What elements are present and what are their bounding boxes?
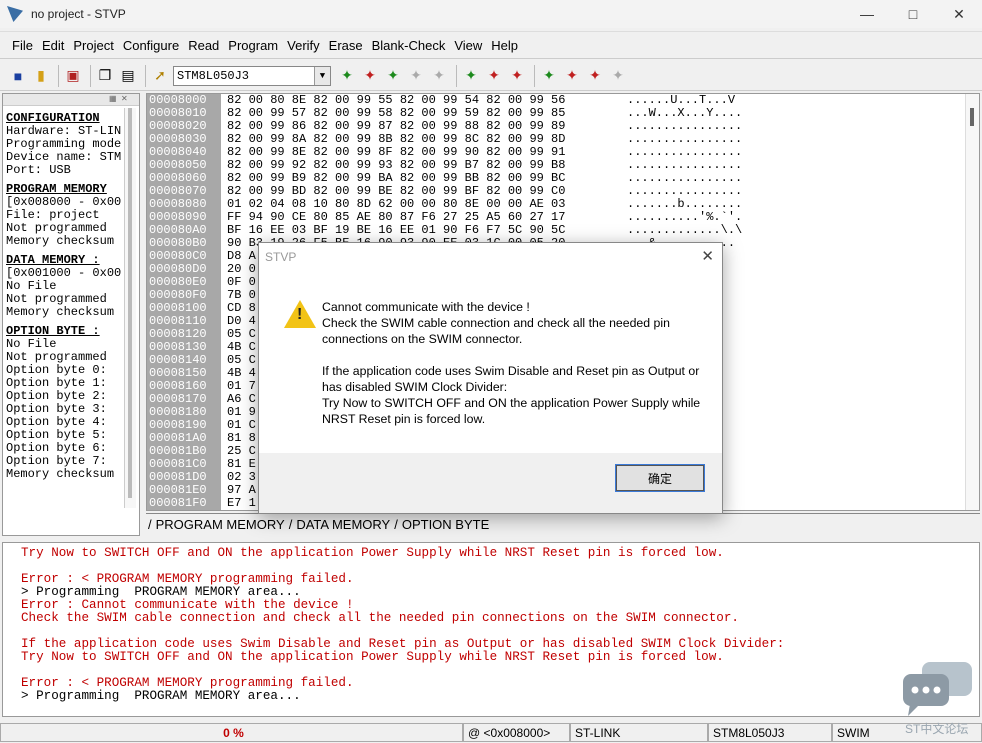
dialog-message-line: Try Now to SWITCH OFF and ON the applica… xyxy=(322,396,701,426)
log-line: > Programming PROGRAM MEMORY area... xyxy=(21,689,301,703)
log-output: Try Now to SWITCH OFF and ON the applica… xyxy=(2,542,980,717)
tab-data-memory[interactable]: DATA MEMORY xyxy=(292,514,394,532)
erase-option-icon[interactable]: ✦ xyxy=(608,66,628,86)
tab-option-byte[interactable]: OPTION BYTE xyxy=(398,514,493,532)
read-option-icon[interactable]: ✦ xyxy=(539,66,559,86)
program-all-icon[interactable]: ✦ xyxy=(360,66,380,86)
menu-read[interactable]: Read xyxy=(188,38,219,53)
minimize-button[interactable]: — xyxy=(844,0,890,28)
maximize-button[interactable]: □ xyxy=(890,0,936,28)
panel-header: ▦ ✕ xyxy=(3,94,139,106)
panel-close-icon[interactable]: ✕ xyxy=(121,94,128,103)
title-bar: no project - STVP — □ ✕ xyxy=(0,0,982,28)
device-select[interactable]: STM8L050J3 ▼ xyxy=(173,65,331,86)
memory-tabs: / PROGRAM MEMORY / DATA MEMORY / OPTION BYTE xyxy=(146,513,980,535)
read-current-icon[interactable]: ✦ xyxy=(461,66,481,86)
dialog-body: ! Cannot communicate with the device ! Ch… xyxy=(259,271,722,453)
address-status: @ <0x008000> xyxy=(463,723,570,742)
tool-status: ST-LINK xyxy=(570,723,708,742)
verify-option-icon[interactable]: ✦ xyxy=(585,66,605,86)
menu-bar: File Edit Project Configure Read Program Verif… xyxy=(0,31,982,59)
project-info-text: CONFIGURATION Hardware: ST-LINK Programmin… xyxy=(3,106,121,481)
copy-icon[interactable]: ❐ xyxy=(95,66,115,86)
dialog-message-line: If the application code uses Swim Disabl… xyxy=(322,364,700,394)
verify-all-icon[interactable]: ✦ xyxy=(383,66,403,86)
device-icon[interactable]: ▣ xyxy=(63,66,83,86)
window-title: no project - STVP xyxy=(31,7,126,21)
chevron-down-icon[interactable]: ▼ xyxy=(314,66,330,85)
watermark-text: ST中文论坛 xyxy=(905,722,969,736)
menu-view[interactable]: View xyxy=(454,38,482,53)
target-icon[interactable]: ➚ xyxy=(150,66,170,86)
menu-file[interactable]: File xyxy=(12,38,33,53)
menu-project[interactable]: Project xyxy=(73,38,113,53)
menu-help[interactable]: Help xyxy=(491,38,518,53)
menu-verify[interactable]: Verify xyxy=(287,38,320,53)
error-dialog: STVP ✕ ! Cannot communicate with the dev… xyxy=(258,242,723,514)
info-line: Memory checksum xyxy=(6,234,115,248)
dialog-message-line: Check the SWIM cable connection and chec… xyxy=(322,316,670,346)
menu-blank-check[interactable]: Blank-Check xyxy=(372,38,446,53)
progress-value: 0 % xyxy=(0,723,463,742)
menu-configure[interactable]: Configure xyxy=(123,38,179,53)
close-button[interactable]: ✕ xyxy=(936,0,982,28)
dialog-close-icon[interactable]: ✕ xyxy=(701,247,714,265)
ok-button[interactable]: 确定 xyxy=(615,464,705,492)
hex-address: 000081F0 xyxy=(147,497,221,510)
dialog-message: Cannot communicate with the device ! Chec… xyxy=(322,299,702,427)
erase-all-icon[interactable]: ✦ xyxy=(406,66,426,86)
menu-program[interactable]: Program xyxy=(228,38,278,53)
verify-current-icon[interactable]: ✦ xyxy=(507,66,527,86)
dialog-message-line xyxy=(322,347,702,363)
watermark: ST中文论坛 xyxy=(900,660,976,738)
paste-icon[interactable]: ▤ xyxy=(118,66,138,86)
dialog-message-line: Cannot communicate with the device ! xyxy=(322,300,530,314)
menu-erase[interactable]: Erase xyxy=(329,38,363,53)
program-current-icon[interactable]: ✦ xyxy=(484,66,504,86)
menu-edit[interactable]: Edit xyxy=(42,38,64,53)
read-all-icon[interactable]: ✦ xyxy=(337,66,357,86)
device-select-value: STM8L050J3 xyxy=(177,68,250,83)
panel-pin-icon[interactable]: ▦ xyxy=(109,94,117,103)
warning-icon: ! xyxy=(284,300,316,328)
open-folder-icon[interactable]: ▮ xyxy=(31,66,51,86)
toolbar: ■ ▮ ▣ ❐ ▤ ➚ STM8L050J3 ▼ ✦ ✦ ✦ ✦ ✦ ✦ ✦ ✦… xyxy=(0,61,982,91)
tab-program-memory[interactable]: PROGRAM MEMORY xyxy=(152,514,289,532)
panel-scrollbar[interactable] xyxy=(124,108,136,508)
dialog-title: STVP xyxy=(265,250,297,264)
info-line: Memory checksum xyxy=(6,467,115,481)
status-bar: 0 % @ <0x008000> ST-LINK STM8L050J3 SWIM xyxy=(0,723,982,743)
blank-check-all-icon[interactable]: ✦ xyxy=(429,66,449,86)
dialog-title-bar: STVP ✕ xyxy=(259,243,722,271)
log-line: Try Now to SWITCH OFF and ON the applica… xyxy=(21,546,724,560)
device-status: STM8L050J3 xyxy=(708,723,832,742)
info-line: Port: USB xyxy=(6,163,71,177)
save-icon[interactable]: ■ xyxy=(8,66,28,86)
stvp-app-icon xyxy=(7,6,23,22)
hex-scrollbar[interactable] xyxy=(965,94,979,510)
program-option-icon[interactable]: ✦ xyxy=(562,66,582,86)
log-line: Check the SWIM cable connection and chec… xyxy=(21,611,739,625)
project-info-panel: ▦ ✕ CONFIGURATION Hardware: ST-LINK Progra… xyxy=(2,93,140,536)
log-line: Try Now to SWITCH OFF and ON the applica… xyxy=(21,650,724,664)
info-line: Memory checksum xyxy=(6,305,115,319)
